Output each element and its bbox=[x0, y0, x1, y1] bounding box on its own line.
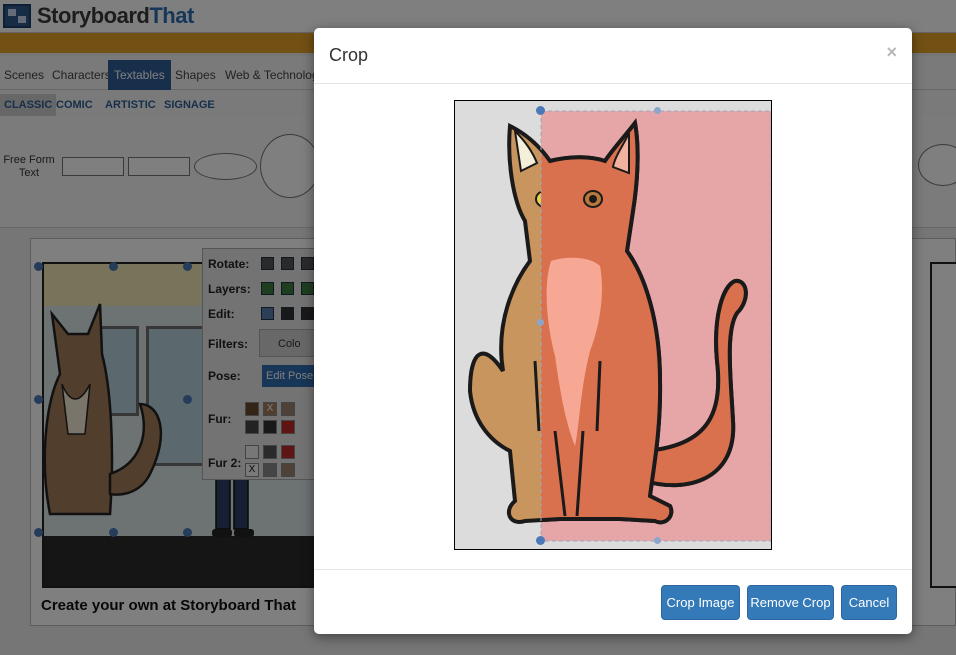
crop-image-button[interactable]: Crop Image bbox=[661, 585, 740, 620]
crop-handle-bottom[interactable] bbox=[654, 537, 661, 544]
cat-image bbox=[467, 110, 771, 542]
crop-handle-top-left[interactable] bbox=[536, 106, 545, 115]
dialog-footer: Crop Image Remove Crop Cancel bbox=[314, 569, 912, 634]
dialog-header: Crop × bbox=[314, 28, 912, 84]
crop-handle-bottom-left[interactable] bbox=[536, 536, 545, 545]
remove-crop-button[interactable]: Remove Crop bbox=[747, 585, 834, 620]
crop-handle-top[interactable] bbox=[654, 107, 661, 114]
close-icon[interactable]: × bbox=[886, 42, 897, 63]
dialog-title: Crop bbox=[329, 45, 369, 65]
crop-preview[interactable] bbox=[454, 100, 772, 550]
crop-handle-left[interactable] bbox=[537, 319, 544, 326]
cancel-button[interactable]: Cancel bbox=[841, 585, 897, 620]
crop-dialog: Crop × Crop Image Remove Crop Cancel bbox=[314, 28, 912, 634]
